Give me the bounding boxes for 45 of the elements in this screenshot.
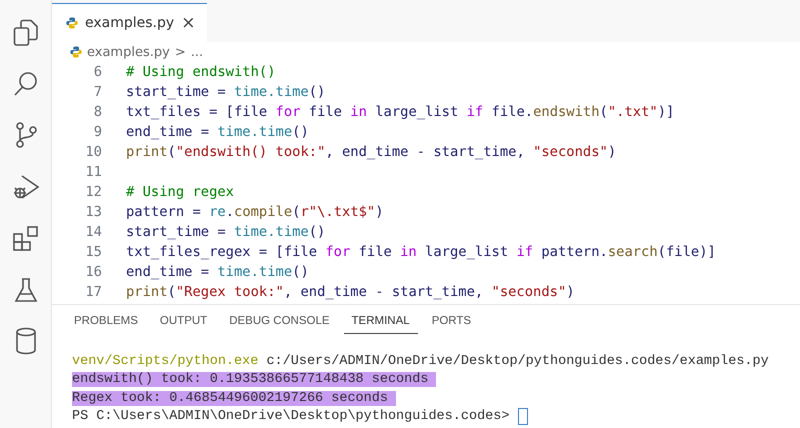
line-number: 14 <box>84 224 102 240</box>
line-number: 15 <box>84 244 102 260</box>
python-file-icon <box>70 46 82 58</box>
code-line: # Using endswith() <box>126 64 276 80</box>
code-line: pattern = re.compile(r"\.txt$") <box>126 204 384 220</box>
tab-label: examples.py <box>85 15 174 31</box>
code-line: print("Regex took:", end_time - start_time, "seconds") <box>126 284 575 300</box>
code-line: start_time = time.time() <box>126 224 326 240</box>
terminal-line: PS C:\Users\ADMIN\OneDrive\Desktop\pythonguides.codes> <box>72 409 510 424</box>
breadcrumb-separator: > <box>174 44 186 60</box>
code-line: txt_files_regex = [file for file in large_list if pattern.search(file)] <box>126 244 716 260</box>
code-line: txt_files = [file for file in large_list if file.endswith(".txt")] <box>126 104 674 120</box>
code-line: end_time = time.time() <box>126 264 309 280</box>
line-number: 13 <box>84 204 102 220</box>
code-line: print("endswith() took:", end_time - start_time, "seconds") <box>126 144 616 160</box>
breadcrumb-item[interactable]: ... <box>190 44 204 60</box>
line-number: 8 <box>92 104 102 120</box>
python-file-icon <box>66 17 78 29</box>
line-number: 6 <box>92 64 102 80</box>
panel-tab[interactable]: OUTPUT <box>152 309 216 334</box>
line-number: 7 <box>92 84 102 100</box>
line-number: 9 <box>92 124 102 140</box>
line-number: 17 <box>84 284 102 300</box>
line-number: 12 <box>84 184 102 200</box>
source-control-icon[interactable] <box>14 121 38 149</box>
code-line: end_time = time.time() <box>126 124 309 140</box>
flask-icon[interactable] <box>14 277 38 303</box>
breadcrumb-item[interactable]: examples.py <box>87 44 170 60</box>
line-number: 11 <box>84 164 102 180</box>
files-icon[interactable] <box>12 19 38 47</box>
line-number: 16 <box>84 264 102 280</box>
editor-tab[interactable]: examples.py × <box>52 3 208 42</box>
panel-tab[interactable]: TERMINAL <box>344 309 418 334</box>
database-icon[interactable] <box>14 327 36 355</box>
run-debug-icon[interactable] <box>12 173 40 201</box>
terminal-line: venv/Scripts/python.exe c:/Users/ADMIN/OneDrive/Desktop/pythonguides.codes/examples.py <box>72 354 769 369</box>
search-icon[interactable] <box>12 71 38 97</box>
panel-tab[interactable]: PROBLEMS <box>66 309 146 334</box>
close-icon[interactable]: × <box>181 13 196 33</box>
code-line: start_time = time.time() <box>126 84 326 100</box>
panel-tab[interactable]: PORTS <box>424 309 480 334</box>
panel-tab[interactable]: DEBUG CONSOLE <box>221 309 338 334</box>
code-line: # Using regex <box>126 184 234 200</box>
extensions-icon[interactable] <box>12 225 40 253</box>
line-number: 10 <box>84 144 102 160</box>
